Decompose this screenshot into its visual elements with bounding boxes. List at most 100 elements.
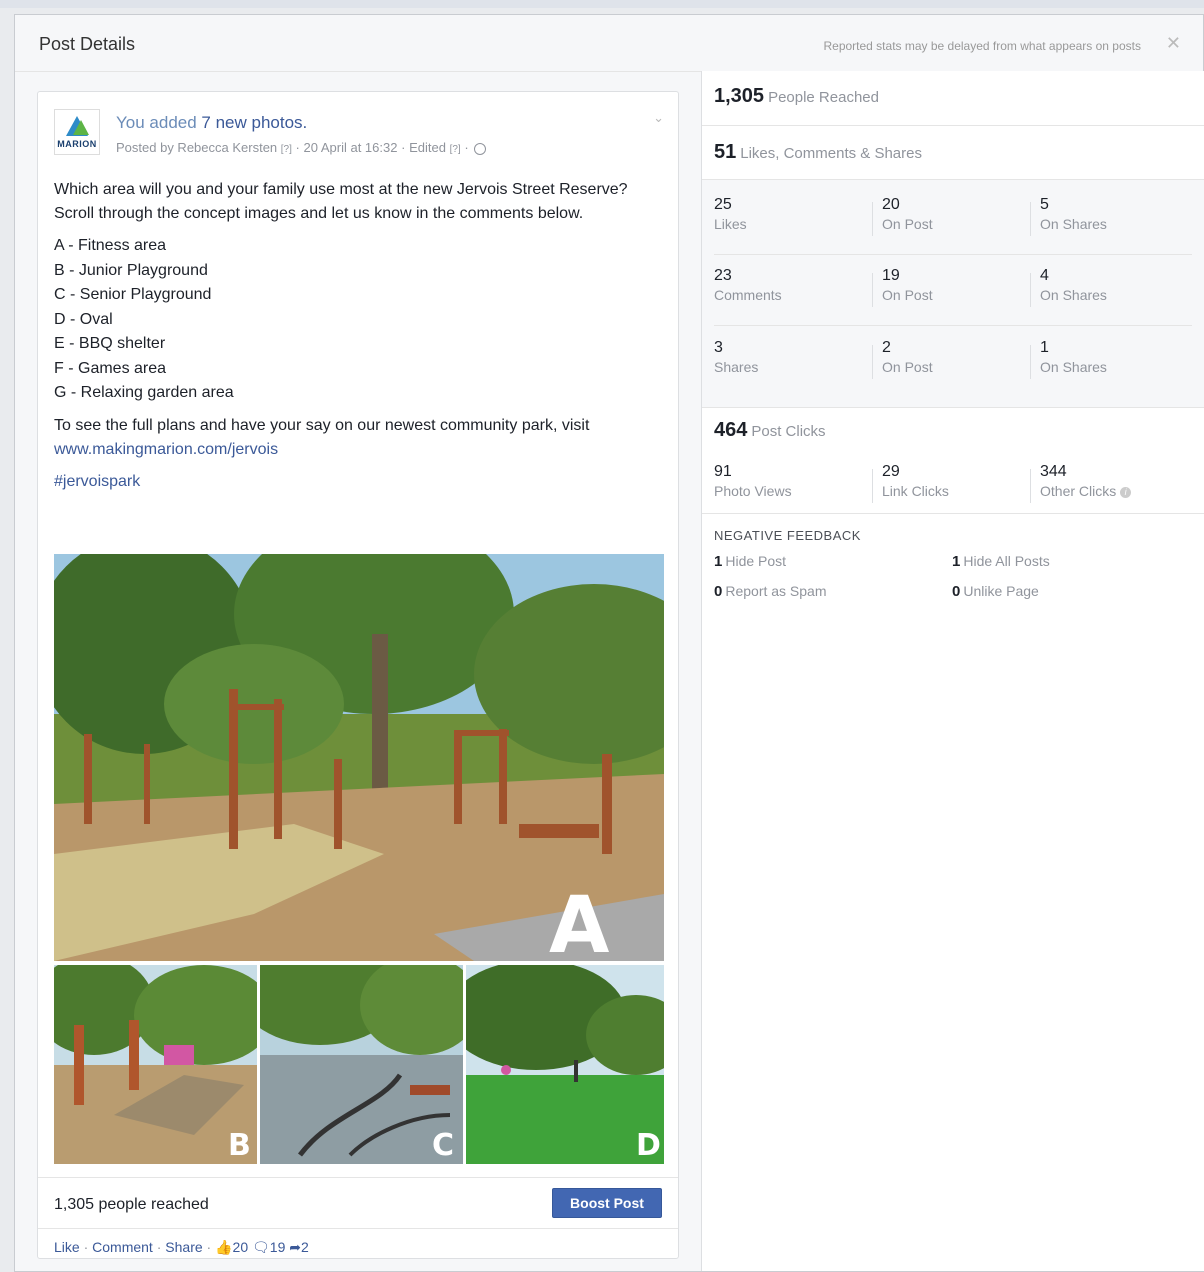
hide-post-label: Hide Post [725, 553, 787, 569]
people-reached-stat: 1,305 People Reached [714, 85, 879, 108]
share-count[interactable]: 2 [301, 1239, 309, 1255]
divider [872, 469, 873, 503]
new-photos-link[interactable]: 7 new photos. [201, 113, 307, 132]
share-link[interactable]: Share [165, 1239, 202, 1255]
shares-on-shares: 1 On Shares [1040, 339, 1107, 375]
jervois-link[interactable]: www.makingmarion.com/jervois [54, 441, 278, 458]
separator: · [464, 140, 469, 155]
negative-feedback-title: NEGATIVE FEEDBACK [714, 528, 861, 543]
comments-total-value: 23 [714, 267, 732, 284]
report-spam-value: 0 [714, 583, 723, 600]
divider [1030, 202, 1031, 236]
comment-link[interactable]: Comment [92, 1239, 153, 1255]
post-details-dialog: Post Details Reported stats may be delay… [14, 14, 1204, 1272]
share-icon[interactable]: ➦ [289, 1239, 301, 1256]
likes-on-shares: 5 On Shares [1040, 196, 1107, 232]
divider [872, 273, 873, 307]
photo-senior-playground[interactable]: C [260, 965, 463, 1164]
shares-on-post-label: On Post [882, 359, 933, 375]
divider [702, 513, 1204, 514]
thumbs-up-icon[interactable]: 👍 [215, 1239, 232, 1256]
page-logo[interactable]: MARION [54, 109, 100, 155]
comments-on-shares-label: On Shares [1040, 287, 1107, 303]
insights-panel: 1,305 People Reached 51 Likes, Comments & … [701, 71, 1204, 1271]
report-spam-stat: 0 Report as Spam [714, 583, 827, 600]
likes-on-shares-label: On Shares [1040, 216, 1107, 232]
separator: · [83, 1239, 89, 1255]
likes-on-post-value: 20 [882, 196, 900, 213]
shares-on-post: 2 On Post [882, 339, 933, 375]
shares-on-post-value: 2 [882, 339, 891, 356]
outro-text: To see the full plans and have your say … [54, 416, 590, 434]
shares-total-label: Shares [714, 359, 759, 375]
logo-mark-accent-icon [73, 120, 89, 135]
logo-text: MARION [57, 139, 97, 149]
photo-views-value: 91 [714, 463, 732, 480]
post-clicks-label: Post Clicks [751, 423, 826, 440]
photo-grid: A B C D [54, 554, 664, 1164]
comments-total-label: Comments [714, 287, 782, 303]
headline-prefix: You added [116, 113, 202, 132]
engagement-value: 51 [714, 141, 737, 163]
boost-post-button[interactable]: Boost Post [552, 1188, 662, 1218]
option-item: F - Games area [54, 359, 167, 377]
photo-senior-playground-image: C [260, 965, 463, 1164]
post-date[interactable]: 20 April at 16:32 [304, 140, 398, 155]
photo-letter-c: C [432, 1128, 454, 1163]
divider [1030, 345, 1031, 379]
divider [872, 345, 873, 379]
separator: · [401, 140, 406, 155]
photo-views-label: Photo Views [714, 483, 792, 499]
stats-delay-note: Reported stats may be delayed from what … [823, 39, 1141, 53]
people-reached-label: People Reached [768, 89, 879, 106]
post-actions: Like · Comment · Share · 👍20 🗨19 ➦2 [38, 1228, 678, 1261]
other-clicks: 344 Other Clicks i [1040, 463, 1132, 499]
posted-by[interactable]: Posted by Rebecca Kersten [116, 140, 277, 155]
engagement-label: Likes, Comments & Shares [740, 145, 922, 162]
shares-on-shares-value: 1 [1040, 339, 1049, 356]
photo-letter-a: A [549, 881, 609, 961]
divider [872, 202, 873, 236]
option-item: E - BBQ shelter [54, 335, 166, 352]
separator: · [156, 1239, 162, 1255]
info-icon[interactable]: i [1120, 486, 1132, 498]
comments-total: 23 Comments [714, 267, 782, 303]
globe-icon[interactable] [474, 142, 487, 155]
engagement-breakdown: 25 Likes 20 On Post 5 On Shares 23 Comme… [702, 180, 1204, 407]
engagement-stat: 51 Likes, Comments & Shares [714, 141, 922, 164]
photo-junior-playground[interactable]: B [54, 965, 257, 1164]
photo-letter-d: D [636, 1128, 661, 1163]
likes-total-label: Likes [714, 216, 747, 232]
like-link[interactable]: Like [54, 1239, 80, 1255]
hide-all-posts-label: Hide All Posts [963, 553, 1050, 569]
comments-on-post-label: On Post [882, 287, 933, 303]
photo-oval-image: D [466, 965, 664, 1164]
close-icon[interactable]: ✕ [1166, 33, 1181, 54]
photo-oval[interactable]: D [466, 965, 664, 1164]
unlike-page-label: Unlike Page [963, 583, 1039, 599]
report-spam-label: Report as Spam [725, 583, 827, 599]
hide-all-posts-value: 1 [952, 553, 961, 570]
hide-post-stat: 1 Hide Post [714, 553, 786, 570]
people-reached-text: 1,305 people reached [54, 1196, 209, 1213]
shares-total: 3 Shares [714, 339, 758, 375]
posted-by-help[interactable]: [?] [281, 144, 292, 155]
unlike-page-stat: 0 Unlike Page [952, 583, 1039, 600]
like-count[interactable]: 20 [233, 1239, 249, 1255]
divider [702, 125, 1204, 126]
hashtag-link[interactable]: #jervoispark [54, 473, 140, 490]
divider [1030, 469, 1031, 503]
photo-fitness-area[interactable]: A [54, 554, 664, 961]
shares-on-shares-label: On Shares [1040, 359, 1107, 375]
chevron-down-icon[interactable]: ⌄ [653, 110, 664, 126]
comment-count[interactable]: 19 [270, 1239, 286, 1255]
hide-all-posts-stat: 1 Hide All Posts [952, 553, 1050, 570]
edited-link[interactable]: Edited [409, 140, 446, 155]
dialog-title: Post Details [39, 34, 136, 54]
option-item: D - Oval [54, 310, 113, 328]
dialog-header: Post Details Reported stats may be delay… [15, 15, 1203, 72]
edited-help[interactable]: [?] [450, 144, 461, 155]
reach-row: 1,305 people reached Boost Post [38, 1177, 678, 1228]
shares-total-value: 3 [714, 339, 723, 356]
comment-icon[interactable]: 🗨 [252, 1239, 270, 1256]
